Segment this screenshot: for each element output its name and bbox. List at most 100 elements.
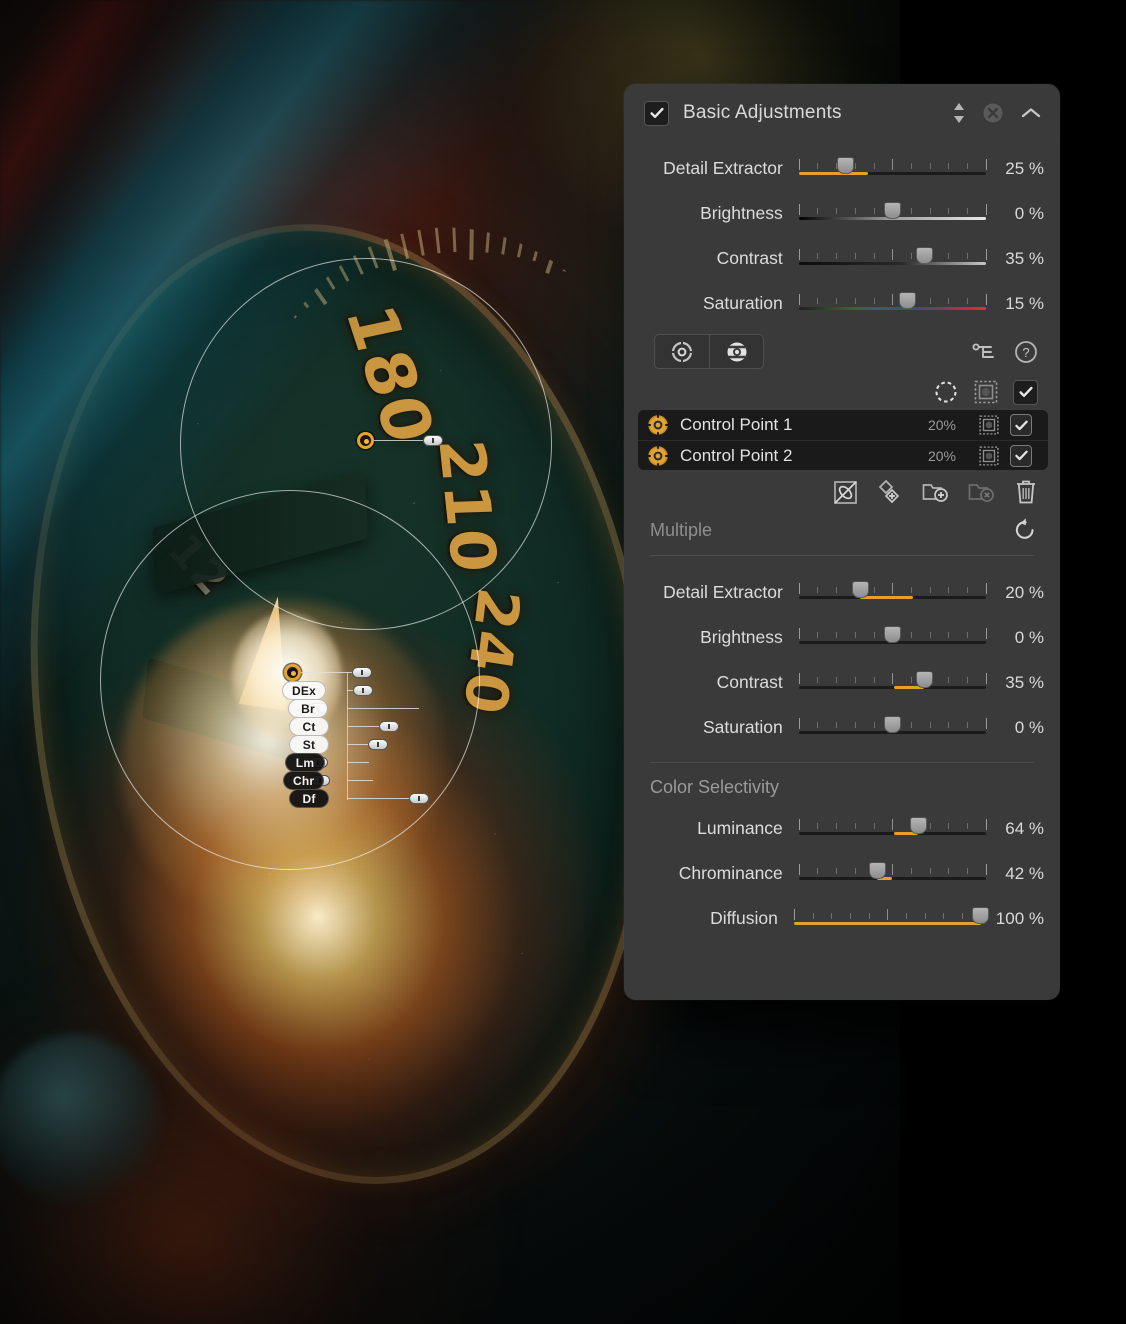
mask-icon[interactable] bbox=[973, 379, 999, 405]
slider-value: 35 % bbox=[1005, 248, 1044, 268]
slider-label: Chrominance bbox=[678, 863, 783, 883]
slider-row: Detail Extractor 25 % bbox=[634, 146, 1044, 191]
slider-row: Diffusion 100 % bbox=[634, 896, 1044, 941]
remove-icon[interactable] bbox=[982, 102, 1004, 124]
slider-label: Saturation bbox=[703, 293, 783, 313]
slider-saturation[interactable] bbox=[798, 291, 987, 317]
cp2-slider-line-br bbox=[347, 708, 419, 710]
cp2-slider-line-chr bbox=[347, 780, 373, 782]
cp2-slider-label-st[interactable]: St bbox=[289, 735, 329, 754]
selection-label: Multiple bbox=[650, 519, 713, 540]
slider-contrast[interactable] bbox=[798, 670, 987, 696]
panel-header: Basic Adjustments bbox=[624, 84, 1060, 142]
control-point-opacity: 20% bbox=[927, 447, 956, 464]
cp2-slider-handle-dex[interactable] bbox=[353, 685, 373, 696]
cp2-slider-handle-ct[interactable] bbox=[379, 721, 399, 732]
delete-point-icon[interactable] bbox=[1014, 479, 1038, 505]
slider-row: Brightness 0 % bbox=[634, 191, 1044, 236]
mode-button-group[interactable] bbox=[654, 334, 764, 369]
slider-label: Contrast bbox=[716, 248, 783, 268]
slider-row: Detail Extractor 20 % bbox=[634, 570, 1044, 615]
slider-value: 0 % bbox=[1014, 717, 1044, 737]
control-point-name: Control Point 1 bbox=[680, 415, 793, 434]
basic-adjustments-panel: Basic Adjustments Detail Extractor 25 % Br… bbox=[624, 84, 1060, 1000]
cp2-slider-label-chr[interactable]: Chr bbox=[283, 771, 325, 790]
control-point-mask-icon[interactable] bbox=[974, 445, 1004, 467]
cp2-slider-handle-st[interactable] bbox=[368, 739, 388, 750]
slider-row: Contrast 35 % bbox=[634, 236, 1044, 281]
control-point-1-size-line bbox=[374, 440, 426, 442]
control-point-icon bbox=[646, 413, 670, 437]
slider-row: Brightness 0 % bbox=[634, 615, 1044, 660]
group-points-icon[interactable] bbox=[922, 480, 949, 504]
svg-text:?: ? bbox=[1022, 345, 1029, 360]
reset-icon[interactable] bbox=[1012, 517, 1038, 543]
slider-row: Saturation 0 % bbox=[634, 705, 1044, 750]
slider-diffusion[interactable] bbox=[793, 906, 990, 932]
slider-brightness[interactable] bbox=[798, 201, 987, 227]
slider-chrominance[interactable] bbox=[798, 861, 987, 887]
global-slider-group: Detail Extractor 25 % Brightness 0 % Contras… bbox=[624, 142, 1060, 326]
panel-enable-checkbox[interactable] bbox=[644, 100, 669, 126]
app-root: 180 210 240 12 DEx Br bbox=[0, 0, 1126, 1324]
slider-brightness[interactable] bbox=[798, 625, 987, 651]
control-point-visibility-checkbox[interactable] bbox=[1004, 414, 1038, 436]
duplicate-point-icon[interactable] bbox=[877, 479, 903, 505]
slider-row: Luminance 64 % bbox=[634, 806, 1044, 851]
selection-summary-row: Multiple bbox=[624, 507, 1060, 549]
slider-label: Detail Extractor bbox=[663, 582, 783, 602]
control-point-column-headers bbox=[624, 375, 1060, 410]
control-point-toolbar: ? bbox=[624, 326, 1060, 375]
control-point-row[interactable]: Control Point 2 20% bbox=[638, 440, 1048, 470]
cp2-slider-handle-df[interactable] bbox=[409, 793, 429, 804]
control-point-mode-button[interactable] bbox=[655, 335, 709, 368]
slider-value: 64 % bbox=[1005, 818, 1044, 838]
slider-settings-icon[interactable] bbox=[970, 342, 996, 362]
control-point-row[interactable]: Control Point 1 20% bbox=[638, 410, 1048, 440]
control-point-1-marker[interactable] bbox=[357, 432, 374, 449]
cp2-slider-line-lm bbox=[347, 762, 369, 764]
slider-value: 15 % bbox=[1005, 293, 1044, 313]
slider-row: Contrast 35 % bbox=[634, 660, 1044, 705]
cp2-size-handle[interactable] bbox=[352, 667, 372, 678]
slider-detail-extractor[interactable] bbox=[798, 580, 987, 606]
cp2-slider-label-br[interactable]: Br bbox=[288, 699, 328, 718]
slider-label: Detail Extractor bbox=[663, 158, 783, 178]
help-icon[interactable]: ? bbox=[1014, 340, 1038, 364]
toggle-preview-icon[interactable] bbox=[833, 480, 858, 505]
control-point-actions bbox=[624, 470, 1060, 507]
slider-label: Luminance bbox=[697, 818, 783, 838]
cp2-slider-label-df[interactable]: Df bbox=[289, 789, 329, 808]
control-point-2-marker[interactable] bbox=[284, 664, 301, 681]
control-point-name: Control Point 2 bbox=[680, 445, 793, 465]
slider-detail-extractor[interactable] bbox=[798, 156, 987, 182]
cp2-slider-label-dex[interactable]: DEx bbox=[282, 681, 326, 700]
cp2-slider-label-lm[interactable]: Lm bbox=[285, 753, 325, 772]
control-line-mode-button[interactable] bbox=[709, 335, 763, 368]
slider-contrast[interactable] bbox=[798, 246, 987, 272]
control-point-visibility-checkbox[interactable] bbox=[1004, 444, 1038, 467]
control-point-opacity: 20% bbox=[927, 417, 956, 433]
control-point-1-size-handle[interactable] bbox=[423, 435, 443, 446]
slider-value: 35 % bbox=[1005, 672, 1044, 692]
ungroup-points-icon[interactable] bbox=[968, 480, 995, 504]
panel-title: Basic Adjustments bbox=[683, 102, 842, 123]
slider-row: Chrominance 42 % bbox=[634, 851, 1044, 896]
slider-label: Brightness bbox=[700, 627, 783, 647]
reorder-icon[interactable] bbox=[952, 102, 966, 124]
slider-value: 42 % bbox=[1005, 863, 1044, 883]
color-selectivity-title: Color Selectivity bbox=[650, 777, 780, 797]
slider-luminance[interactable] bbox=[798, 816, 987, 842]
slider-row: Saturation 15 % bbox=[634, 281, 1044, 326]
point-slider-group: Detail Extractor 20 % Brightness 0 % Contras… bbox=[624, 556, 1060, 750]
color-selectivity-group: Luminance 64 % Chrominance 42 % Diffusion 100… bbox=[624, 800, 1060, 941]
visibility-header-checkbox[interactable] bbox=[1013, 379, 1038, 405]
selection-icon[interactable] bbox=[933, 379, 959, 405]
slider-saturation[interactable] bbox=[798, 715, 987, 741]
collapse-icon[interactable] bbox=[1020, 106, 1042, 120]
cp2-slider-label-ct[interactable]: Ct bbox=[289, 717, 329, 736]
control-point-list: Control Point 1 20% Control Point 2 20% bbox=[638, 410, 1048, 470]
control-point-mask-icon[interactable] bbox=[974, 414, 1004, 436]
slider-label: Saturation bbox=[703, 717, 783, 737]
slider-value: 0 % bbox=[1014, 203, 1044, 223]
